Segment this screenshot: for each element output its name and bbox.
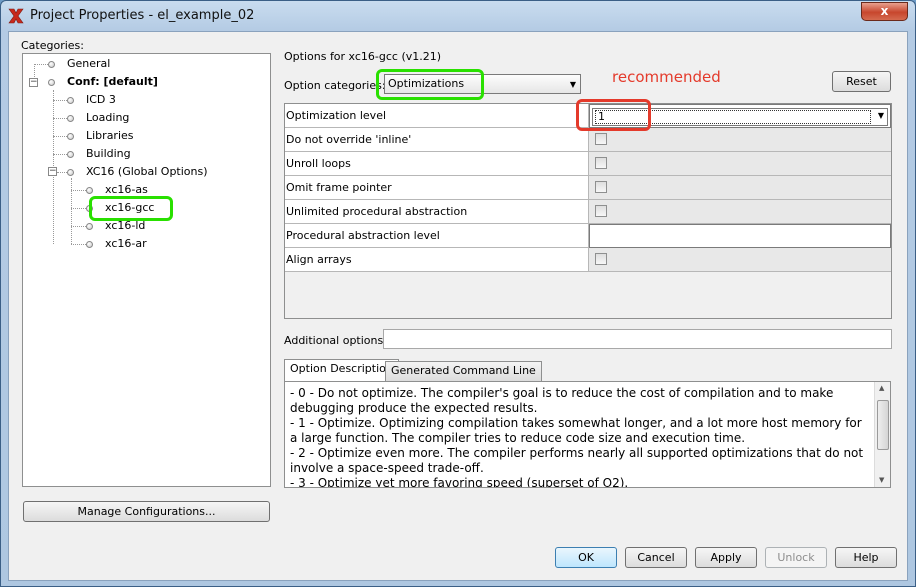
recommended-annotation: recommended bbox=[612, 68, 721, 86]
property-row: Omit frame pointer bbox=[285, 176, 891, 200]
tree-node-icon bbox=[67, 133, 74, 140]
collapse-icon[interactable]: − bbox=[29, 78, 38, 87]
procedural-abstraction-level-input[interactable] bbox=[589, 224, 891, 248]
additional-options-input[interactable] bbox=[383, 329, 892, 349]
property-value-cell bbox=[589, 128, 891, 152]
unroll-loops-checkbox[interactable] bbox=[595, 157, 607, 169]
tree-connector bbox=[57, 172, 67, 173]
unlimited-procedural-abstraction-checkbox[interactable] bbox=[595, 205, 607, 217]
window-title: Project Properties - el_example_02 bbox=[30, 8, 255, 23]
tree-node-icon bbox=[86, 241, 93, 248]
tree-connector bbox=[53, 154, 67, 155]
tree-connector bbox=[71, 244, 86, 245]
apply-button[interactable]: Apply bbox=[695, 547, 757, 568]
tree-node-icon bbox=[86, 187, 93, 194]
property-name: Unroll loops bbox=[285, 152, 589, 176]
tree-connector bbox=[71, 190, 86, 191]
align-arrays-checkbox[interactable] bbox=[595, 253, 607, 265]
options-header: Options for xc16-gcc (v1.21) bbox=[284, 50, 442, 63]
options-property-table: Optimization level 1 ▼ Do not override '… bbox=[284, 103, 892, 319]
option-description-text: - 0 - Do not optimize. The compiler's go… bbox=[290, 386, 864, 488]
property-name: Do not override 'inline' bbox=[285, 128, 589, 152]
tree-item-libraries[interactable]: Libraries bbox=[86, 128, 134, 144]
scroll-up-icon[interactable]: ▲ bbox=[879, 384, 884, 392]
tree-node-icon bbox=[48, 61, 55, 68]
option-categories-label: Option categories: bbox=[284, 79, 386, 92]
property-value-cell bbox=[589, 152, 891, 176]
tab-option-description[interactable]: Option Description bbox=[284, 359, 399, 382]
tree-item-xc16-ar[interactable]: xc16-ar bbox=[105, 236, 147, 252]
property-name: Omit frame pointer bbox=[285, 176, 589, 200]
categories-label: Categories: bbox=[21, 39, 84, 52]
close-icon: x bbox=[880, 4, 889, 18]
tab-generated-command-line[interactable]: Generated Command Line bbox=[385, 361, 542, 381]
dialog-body: Categories: − − General Conf: [default] … bbox=[8, 31, 908, 581]
tree-item-conf-default[interactable]: Conf: [default] bbox=[67, 74, 158, 90]
tree-item-building[interactable]: Building bbox=[86, 146, 131, 162]
tree-item-loading[interactable]: Loading bbox=[86, 110, 129, 126]
property-row: Unlimited procedural abstraction bbox=[285, 200, 891, 224]
property-row: Do not override 'inline' bbox=[285, 128, 891, 152]
do-not-override-inline-checkbox[interactable] bbox=[595, 133, 607, 145]
property-name: Align arrays bbox=[285, 248, 589, 272]
close-window-button[interactable]: x bbox=[861, 2, 908, 21]
tree-connector bbox=[53, 118, 67, 119]
chevron-down-icon: ▼ bbox=[877, 111, 884, 120]
project-properties-window: Project Properties - el_example_02 x Cat… bbox=[0, 0, 916, 587]
cancel-button[interactable]: Cancel bbox=[625, 547, 687, 568]
additional-options-label: Additional options: bbox=[284, 334, 387, 347]
ok-button[interactable]: OK bbox=[555, 547, 617, 568]
description-scrollbar[interactable]: ▲ ▼ bbox=[874, 382, 890, 487]
tree-connector bbox=[53, 100, 67, 101]
tree-connector bbox=[53, 136, 67, 137]
tree-node-icon bbox=[48, 79, 55, 86]
chevron-down-icon: ▼ bbox=[569, 80, 576, 89]
tree-connector bbox=[71, 208, 86, 209]
property-name: Optimization level bbox=[285, 104, 589, 128]
title-bar[interactable]: Project Properties - el_example_02 x bbox=[1, 1, 915, 31]
collapse-icon[interactable]: − bbox=[48, 167, 57, 176]
help-button[interactable]: Help bbox=[835, 547, 897, 568]
property-row: Align arrays bbox=[285, 248, 891, 272]
tree-node-icon bbox=[67, 169, 74, 176]
tree-node-icon bbox=[67, 97, 74, 104]
unlock-button[interactable]: Unlock bbox=[765, 547, 827, 568]
property-value-cell bbox=[589, 176, 891, 200]
tree-node-icon bbox=[67, 151, 74, 158]
option-description-panel: - 0 - Do not optimize. The compiler's go… bbox=[284, 381, 891, 488]
highlight-ring-categories bbox=[376, 69, 484, 100]
highlight-ring-optimization-level bbox=[576, 99, 651, 131]
tree-node-icon bbox=[86, 223, 93, 230]
scrollbar-thumb[interactable] bbox=[877, 400, 889, 450]
property-name: Procedural abstraction level bbox=[285, 224, 589, 248]
property-row: Procedural abstraction level bbox=[285, 224, 891, 248]
tree-connector bbox=[71, 226, 86, 227]
property-name: Unlimited procedural abstraction bbox=[285, 200, 589, 224]
scroll-down-icon[interactable]: ▼ bbox=[879, 476, 884, 484]
property-value-cell bbox=[589, 200, 891, 224]
property-value-cell bbox=[589, 248, 891, 272]
tree-item-icd3[interactable]: ICD 3 bbox=[86, 92, 116, 108]
tree-item-general[interactable]: General bbox=[67, 56, 110, 72]
property-row: Unroll loops bbox=[285, 152, 891, 176]
tree-connector bbox=[71, 178, 72, 244]
app-logo-icon bbox=[8, 8, 24, 24]
reset-button[interactable]: Reset bbox=[832, 71, 891, 92]
categories-tree[interactable]: − − General Conf: [default] ICD 3 Loadin… bbox=[22, 53, 271, 487]
manage-configurations-button[interactable]: Manage Configurations... bbox=[23, 501, 270, 522]
tree-item-xc16-global[interactable]: XC16 (Global Options) bbox=[86, 164, 208, 180]
highlight-ring-xc16-gcc bbox=[89, 196, 173, 221]
omit-frame-pointer-checkbox[interactable] bbox=[595, 181, 607, 193]
tree-node-icon bbox=[67, 115, 74, 122]
tree-connector bbox=[34, 64, 48, 65]
